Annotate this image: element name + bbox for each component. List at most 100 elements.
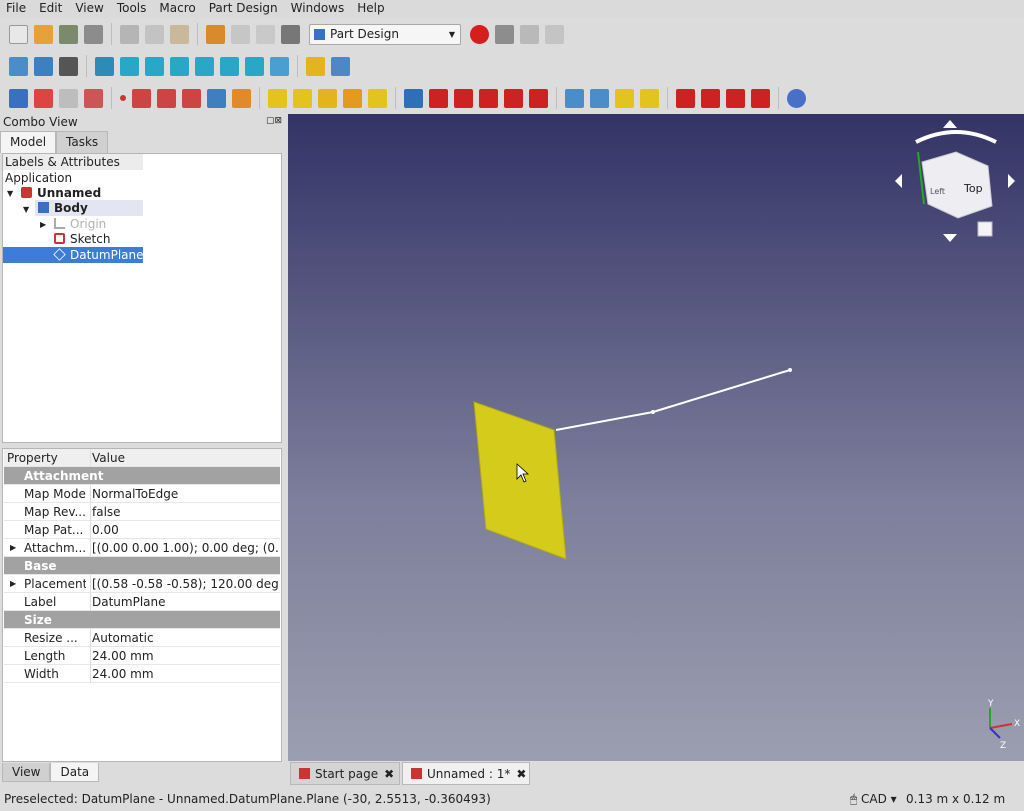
save-icon[interactable] (59, 24, 78, 44)
tab-unnamed-document[interactable]: Unnamed : 1* ✖ (402, 762, 530, 785)
top-view-icon[interactable] (145, 56, 164, 76)
menu-edit[interactable]: Edit (33, 0, 69, 18)
collapsed-arrow-icon[interactable]: ▶ (10, 575, 16, 593)
property-row-label[interactable]: Label DatumPlane (4, 593, 280, 611)
menu-macro[interactable]: Macro (153, 0, 202, 18)
sketch-vertex[interactable] (788, 368, 792, 372)
front-view-icon[interactable] (120, 56, 139, 76)
tab-model[interactable]: Model (0, 131, 57, 153)
refresh-icon[interactable] (256, 24, 275, 44)
property-row-map-path-parameter[interactable]: Map Pat... 0.00 (4, 521, 280, 539)
fit-all-icon[interactable] (9, 56, 28, 76)
pocket-icon[interactable] (404, 88, 423, 108)
menu-windows[interactable]: Windows (285, 0, 352, 18)
bottom-view-icon[interactable] (220, 56, 239, 76)
close-icon[interactable]: ✖ (384, 767, 394, 781)
validate-sketch-icon[interactable] (59, 88, 78, 108)
cut-icon[interactable] (120, 24, 139, 44)
arrow-up-icon[interactable] (943, 120, 957, 128)
arrow-right-icon[interactable] (1008, 174, 1015, 188)
hole-icon[interactable] (429, 88, 448, 108)
property-row-resize-mode[interactable]: Resize ... Automatic (4, 629, 280, 647)
datum-plane-icon[interactable] (157, 88, 176, 108)
groove-icon[interactable] (454, 88, 473, 108)
property-row-width[interactable]: Width 24.00 mm (4, 665, 280, 683)
property-value[interactable]: [(0.00 0.00 1.00); 0.00 deg; (0.0... (90, 539, 278, 557)
sketch-line[interactable] (555, 369, 791, 431)
property-row-map-mode[interactable]: Map Mode NormalToEdge (4, 485, 280, 503)
isometric-view-icon[interactable] (95, 56, 114, 76)
local-coordinate-system-icon[interactable] (182, 88, 201, 108)
property-value[interactable]: 24.00 mm (90, 665, 278, 683)
menu-tools[interactable]: Tools (111, 0, 154, 18)
property-value[interactable]: 0.00 (90, 521, 278, 539)
attach-sketch-icon[interactable] (84, 88, 103, 108)
measure-icon[interactable] (270, 56, 289, 76)
left-view-icon[interactable] (245, 56, 264, 76)
create-part-icon[interactable] (306, 56, 325, 76)
property-row-attachment-offset[interactable]: ▶ Attachm... [(0.00 0.00 1.00); 0.00 deg; … (4, 539, 280, 557)
3d-viewport[interactable]: Top Left Y X Z (288, 114, 1024, 761)
additive-loft-icon[interactable] (318, 88, 337, 108)
datum-plane[interactable] (473, 401, 567, 560)
mirrored-icon[interactable] (565, 88, 584, 108)
close-icon[interactable]: ✖ (516, 767, 526, 781)
tree-item-body[interactable]: Body (35, 200, 143, 216)
datum-line-icon[interactable] (132, 88, 151, 108)
draft-icon[interactable] (726, 88, 745, 108)
collapsed-arrow-icon[interactable]: ▶ (40, 220, 46, 229)
panel-float-close-buttons[interactable]: ▢⊠ (266, 116, 282, 126)
property-group-base[interactable]: Base (4, 557, 280, 575)
create-group-icon[interactable] (331, 56, 350, 76)
arrow-down-icon[interactable] (943, 234, 957, 242)
nav-cube-top-face[interactable]: Top (963, 182, 983, 195)
clone-icon[interactable] (232, 88, 251, 108)
datum-point-icon[interactable] (120, 95, 126, 101)
chamfer-icon[interactable] (701, 88, 720, 108)
property-value[interactable]: false (90, 503, 278, 521)
menu-file[interactable]: File (0, 0, 33, 18)
view-menu-cube-icon[interactable] (977, 221, 993, 237)
rotate-arrows-icon[interactable] (915, 130, 997, 144)
tab-data[interactable]: Data (50, 763, 100, 782)
fillet-icon[interactable] (676, 88, 695, 108)
print-icon[interactable] (84, 24, 103, 44)
additive-pipe-icon[interactable] (343, 88, 362, 108)
multi-transform-icon[interactable] (640, 88, 659, 108)
boolean-icon[interactable] (787, 88, 806, 108)
undo-icon[interactable] (206, 24, 225, 44)
rear-view-icon[interactable] (195, 56, 214, 76)
property-group-size[interactable]: Size (4, 611, 280, 629)
fit-selection-icon[interactable] (34, 56, 53, 76)
redo-icon[interactable] (231, 24, 250, 44)
tree-item-origin[interactable]: Origin (54, 216, 106, 232)
menu-part-design[interactable]: Part Design (203, 0, 285, 18)
property-value[interactable]: [(0.58 -0.58 -0.58); 120.00 deg; (... (90, 575, 278, 593)
open-folder-icon[interactable] (34, 24, 53, 44)
edit-macro-icon[interactable] (520, 24, 539, 44)
new-file-icon[interactable] (9, 24, 28, 44)
tree-item-unnamed[interactable]: Unnamed (21, 185, 101, 201)
pad-icon[interactable] (268, 88, 287, 108)
expanded-arrow-icon[interactable]: ▼ (7, 189, 13, 198)
workbench-selector[interactable]: Part Design ▼ (309, 23, 461, 45)
menu-view[interactable]: View (69, 0, 110, 18)
paste-icon[interactable] (170, 24, 189, 44)
thickness-icon[interactable] (751, 88, 770, 108)
tree-item-datumplane[interactable]: DatumPlane (3, 247, 144, 263)
polar-pattern-icon[interactable] (615, 88, 634, 108)
navigation-style-button[interactable]: 🖱 CAD ▾ (850, 788, 897, 810)
arrow-left-icon[interactable] (895, 174, 902, 188)
property-value[interactable]: DatumPlane (90, 593, 278, 611)
expanded-arrow-icon[interactable]: ▼ (23, 205, 29, 214)
property-value[interactable]: NormalToEdge (90, 485, 278, 503)
sketch-vertex[interactable] (651, 410, 655, 414)
linear-pattern-icon[interactable] (590, 88, 609, 108)
revolution-icon[interactable] (293, 88, 312, 108)
right-view-icon[interactable] (170, 56, 189, 76)
property-row-length[interactable]: Length 24.00 mm (4, 647, 280, 665)
run-macro-icon[interactable] (545, 24, 564, 44)
3d-scene[interactable]: Top Left Y X Z (288, 114, 1024, 761)
stop-macro-icon[interactable] (495, 24, 514, 44)
navigation-cube[interactable]: Top Left (895, 120, 1015, 242)
